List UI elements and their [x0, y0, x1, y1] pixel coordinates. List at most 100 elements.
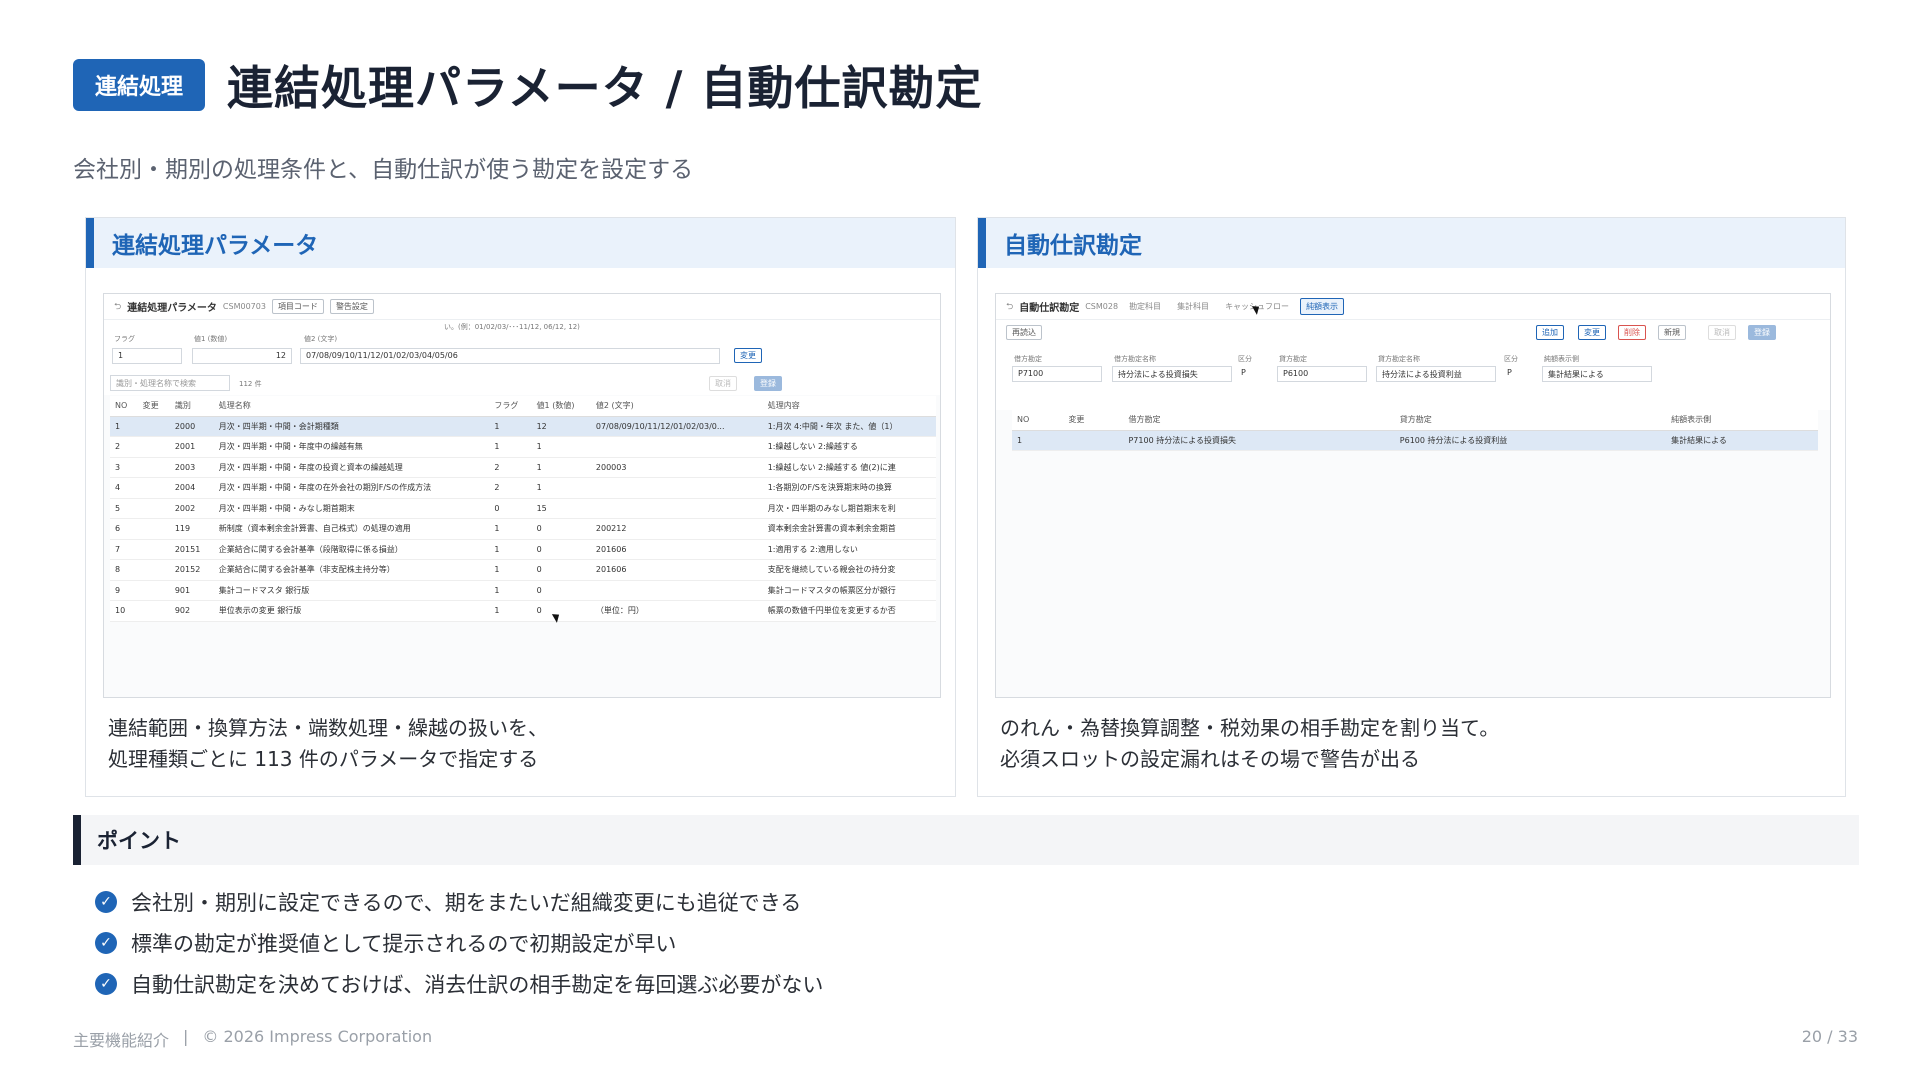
debit-account-select[interactable]: P7100: [1012, 366, 1102, 382]
table-cell: 月次・四半期・中間・年度の在外会社の期別F/Sの作成方法: [213, 477, 490, 499]
table-cell: 1:各期別のF/Sを決算期末時の換算: [762, 477, 936, 499]
params-panel: 連結処理パラメータ ⮌ 連結処理パラメータ CSM00703 項目コード 警告設…: [85, 217, 956, 797]
credit-account-select[interactable]: P6100: [1277, 366, 1367, 382]
credit-class-label: 区分: [1504, 355, 1518, 363]
value2-field[interactable]: 07/08/09/10/11/12/01/02/03/04/05/06: [300, 348, 720, 364]
table-cell: 1: [531, 436, 591, 458]
table-cell: 15: [531, 498, 591, 519]
credit-name-field[interactable]: 持分法による投資利益: [1376, 366, 1496, 382]
add-button[interactable]: 追加: [1536, 325, 1564, 340]
tab-aggregate[interactable]: 集計科目: [1172, 299, 1214, 314]
table-row[interactable]: 9 901 集計コードマスタ 銀行版 1 0 集計コードマスタの帳票区分が銀行: [110, 580, 936, 601]
page-number: 20 / 33: [1801, 1027, 1858, 1046]
table-cell: 1: [531, 477, 591, 499]
cancel-button[interactable]: 取消: [709, 376, 737, 391]
column-header: 識別: [169, 396, 214, 417]
table-cell: 6: [110, 518, 138, 540]
change-button[interactable]: 変更: [734, 348, 762, 363]
table-row[interactable]: 6 119 新制度（資本剰余金計算書、自己株式）の処理の適用 1 0 200212 資本剰余…: [110, 518, 936, 540]
table-cell: P7100 持分法による投資損失: [1123, 430, 1395, 451]
register-button[interactable]: 登録: [754, 376, 782, 391]
table-cell: 帳票の数値千円単位を変更するか否: [762, 600, 936, 622]
table-cell: 企業結合に関する会計基準（非支配株主持分等）: [213, 559, 490, 581]
new-button[interactable]: 新規: [1658, 325, 1686, 340]
debit-class-field: P: [1236, 366, 1270, 382]
check-circle-icon: ✓: [95, 890, 117, 913]
table-cell: 0: [531, 518, 591, 540]
tab-account[interactable]: 勘定科目: [1124, 299, 1166, 314]
auto-journal-screen-title: 自動仕訳勘定: [1019, 303, 1080, 314]
table-cell: 20151: [169, 539, 214, 560]
table-cell: 1: [110, 416, 138, 437]
table-cell: 1:適用する 2:適用しない: [762, 539, 936, 560]
table-cell: 2: [110, 436, 138, 458]
debit-name-field[interactable]: 持分法による投資損失: [1112, 366, 1232, 382]
table-row[interactable]: 10 902 単位表示の変更 銀行版 1 0 （単位：円） 帳票の数値千円単位を変更するか否: [110, 600, 936, 622]
item-code-button[interactable]: 項目コード: [271, 299, 324, 314]
table-cell: P6100 持分法による投資利益: [1394, 430, 1667, 451]
table-cell: 0: [531, 559, 591, 581]
table-cell: 2002: [169, 498, 214, 519]
table-cell: 月次・四半期・中間・会計期種類: [213, 416, 490, 437]
reload-button[interactable]: 再読込: [1006, 325, 1042, 340]
debit-account-label: 借方勘定: [1014, 355, 1042, 363]
tab-net-display[interactable]: 純額表示: [1300, 298, 1345, 315]
auto-journal-description: のれん・為替換算調整・税効果の相手勘定を割り当て。 必須スロットの設定漏れはその…: [1000, 713, 1499, 775]
table-cell: 07/08/09/10/11/12/01/02/03/0...: [590, 416, 763, 437]
table-cell: 支配を継続している親会社の持分変: [762, 559, 936, 581]
table-cell: 9: [110, 580, 138, 601]
table-cell: 月次・四半期・中間・みなし期首期末: [213, 498, 490, 519]
back-arrow-icon[interactable]: ⮌: [1006, 299, 1013, 315]
table-cell: 新制度（資本剰余金計算書、自己株式）の処理の適用: [213, 518, 490, 540]
warning-settings-button[interactable]: 警告設定: [329, 299, 374, 314]
table-cell: [137, 518, 170, 540]
table-row[interactable]: 7 20151 企業結合に関する会計基準（段階取得に係る損益） 1 0 201606 1:適…: [110, 539, 936, 560]
table-row[interactable]: 1 P7100 持分法による投資損失 P6100 持分法による投資利益 集計結果による: [1012, 430, 1818, 451]
params-table-header: NO 変更 識別 処理名称 フラグ 値1 (数値) 値2 (文字) 処理内容: [110, 396, 936, 417]
slide-subtitle: 会社別・期別の処理条件と、自動仕訳が使う勘定を設定する: [73, 157, 694, 183]
credit-name-label: 貸方勘定名称: [1378, 355, 1420, 363]
table-row[interactable]: 1 2000 月次・四半期・中間・会計期種類 1 12 07/08/09/10/11/12…: [110, 416, 936, 437]
auto-journal-screen-code: CSM028: [1085, 302, 1119, 311]
table-cell: 月次・四半期・中間・年度の投資と資本の繰越処理: [213, 457, 490, 478]
aj-register-button[interactable]: 登録: [1748, 325, 1776, 340]
net-side-select[interactable]: 集計結果による: [1542, 366, 1652, 382]
flag-field[interactable]: 1: [112, 348, 182, 364]
params-desc-line2: 処理種類ごとに 113 件のパラメータで指定する: [108, 747, 539, 771]
params-edit-form: い。(例：01/02/03/･･･11/12, 06/12, 12) フラグ 値…: [104, 320, 940, 395]
table-cell: [137, 498, 170, 519]
table-cell: 2: [489, 477, 532, 499]
table-cell: 2001: [169, 436, 214, 458]
check-circle-icon: ✓: [95, 972, 117, 995]
table-cell: 0: [531, 539, 591, 560]
table-cell: [137, 539, 170, 560]
point-heading: ポイント: [73, 815, 1859, 865]
params-screen-title: 連結処理パラメータ: [127, 303, 217, 314]
table-row[interactable]: 8 20152 企業結合に関する会計基準（非支配株主持分等） 1 0 201606 支配を継…: [110, 559, 936, 581]
delete-button[interactable]: 削除: [1618, 325, 1646, 340]
table-cell: 5: [110, 498, 138, 519]
aj-cancel-button[interactable]: 取消: [1708, 325, 1736, 340]
table-cell: 集計結果による: [1666, 430, 1818, 451]
table-row[interactable]: 2 2001 月次・四半期・中間・年度中の繰越有無 1 1 1:繰越しない 2:繰越する: [110, 436, 936, 458]
table-row[interactable]: 5 2002 月次・四半期・中間・みなし期首期末 0 15 月次・四半期のみなし期首期末を…: [110, 498, 936, 519]
table-cell: 901: [169, 580, 214, 601]
auto-journal-form: 再読込 追加 変更 削除 新規 取消 登録 借方勘定 借方勘定名称 区分 貸方勘…: [996, 320, 1830, 410]
column-header: 値2 (文字): [590, 396, 763, 417]
footer-section: 主要機能紹介: [73, 1031, 170, 1050]
auto-journal-table-header: NO 変更 借方勘定 貸方勘定 純額表示側: [1012, 410, 1818, 431]
table-row[interactable]: 3 2003 月次・四半期・中間・年度の投資と資本の繰越処理 2 1 200003 1:繰越…: [110, 457, 936, 478]
point-text: 標準の勘定が推奨値として提示されるので初期設定が早い: [131, 931, 677, 956]
debit-class-label: 区分: [1238, 355, 1252, 363]
table-cell: 1: [489, 518, 532, 540]
value1-field[interactable]: 12: [192, 348, 292, 364]
point-text: 自動仕訳勘定を決めておけば、消去仕訳の相手勘定を毎回選ぶ必要がない: [131, 972, 824, 997]
table-row[interactable]: 4 2004 月次・四半期・中間・年度の在外会社の期別F/Sの作成方法 2 1 1:各期別…: [110, 477, 936, 499]
table-cell: 1: [489, 416, 532, 437]
back-arrow-icon[interactable]: ⮌: [114, 299, 121, 315]
auto-journal-panel-heading: 自動仕訳勘定: [978, 218, 1845, 268]
edit-button[interactable]: 変更: [1578, 325, 1606, 340]
column-header: 貸方勘定: [1394, 410, 1667, 431]
params-search-input[interactable]: 識別・処理名称で検索: [110, 375, 230, 391]
value1-label: 値1 (数値): [194, 335, 228, 343]
